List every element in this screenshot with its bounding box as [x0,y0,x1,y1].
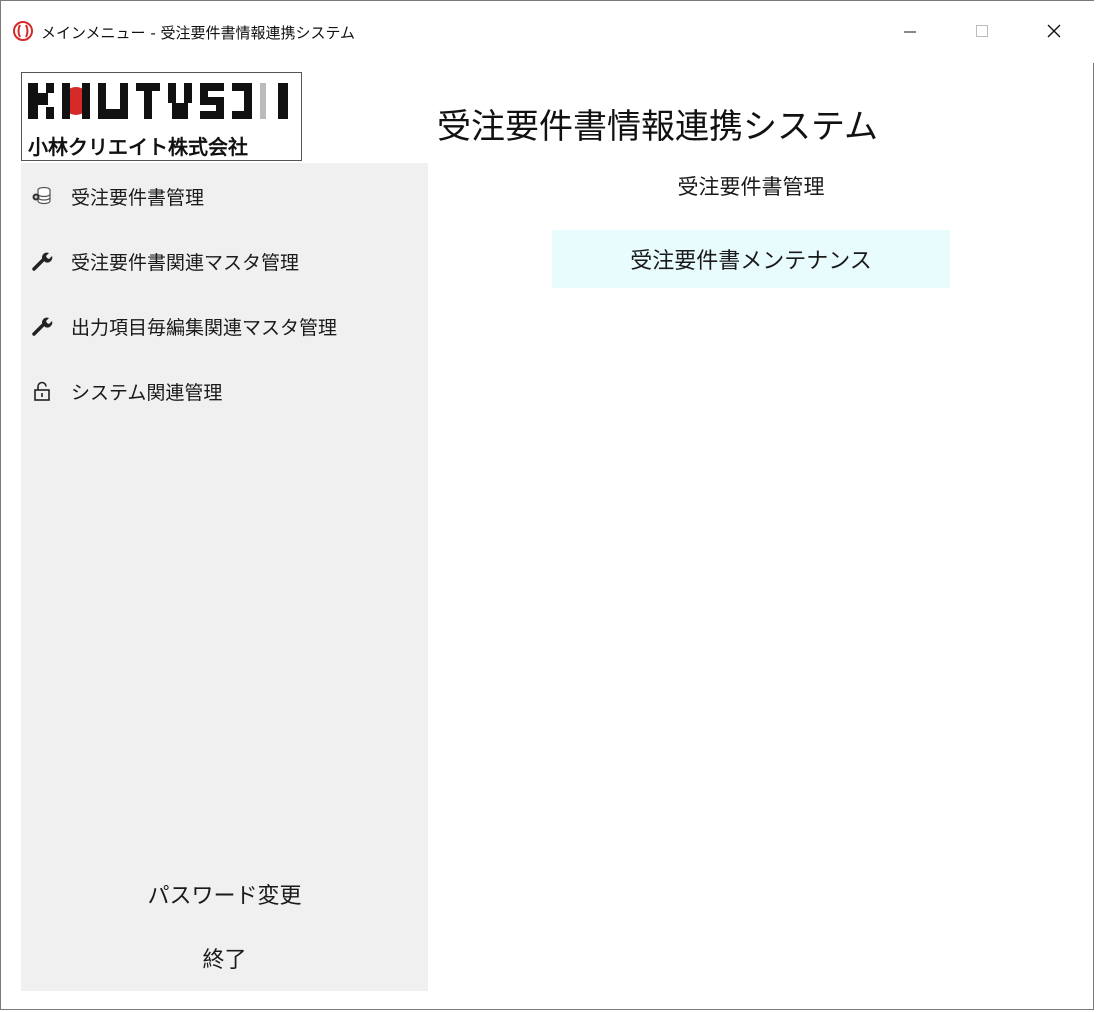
logo-mark [28,83,288,119]
sidebar-item-label: システム関連管理 [71,381,223,404]
maximize-icon [976,25,988,37]
sidebar-item-system[interactable]: システム関連管理 [21,370,428,412]
lock-icon [31,380,53,402]
section-title: 受注要件書管理 [677,175,825,199]
company-logo: 小林クリエイト株式会社 [21,72,302,161]
minimize-button[interactable] [887,11,933,51]
main-window: メインメニュー - 受注要件書情報連携システム 小林クリエイト株式会社 受注要件… [0,0,1095,1010]
sidebar-item-order-master[interactable]: 受注要件書関連マスタ管理 [21,240,428,282]
sidebar [21,163,428,991]
title-bar[interactable]: メインメニュー - 受注要件書情報連携システム [1,1,1095,63]
password-change-button[interactable]: パスワード変更 [21,872,428,916]
exit-button[interactable]: 終了 [21,936,428,980]
sidebar-item-label: 受注要件書管理 [71,186,205,209]
wrench-icon [31,315,53,337]
page-title: 受注要件書情報連携システム [437,107,878,147]
sidebar-item-label: 受注要件書関連マスタ管理 [71,251,300,274]
sidebar-item-label: 出力項目毎編集関連マスタ管理 [71,316,338,339]
order-requirements-maintenance-button[interactable]: 受注要件書メンテナンス [552,230,950,288]
close-button[interactable] [1031,11,1077,51]
app-icon [13,21,33,41]
wrench-icon [31,250,53,272]
database-icon [31,185,53,207]
maximize-button[interactable] [959,11,1005,51]
sidebar-item-order-requirements[interactable]: 受注要件書管理 [21,175,428,217]
window-title: メインメニュー - 受注要件書情報連携システム [41,24,356,42]
minimize-icon [904,31,916,33]
close-icon [1047,24,1061,38]
sidebar-item-output-master[interactable]: 出力項目毎編集関連マスタ管理 [21,305,428,347]
company-name: 小林クリエイト株式会社 [28,135,248,159]
